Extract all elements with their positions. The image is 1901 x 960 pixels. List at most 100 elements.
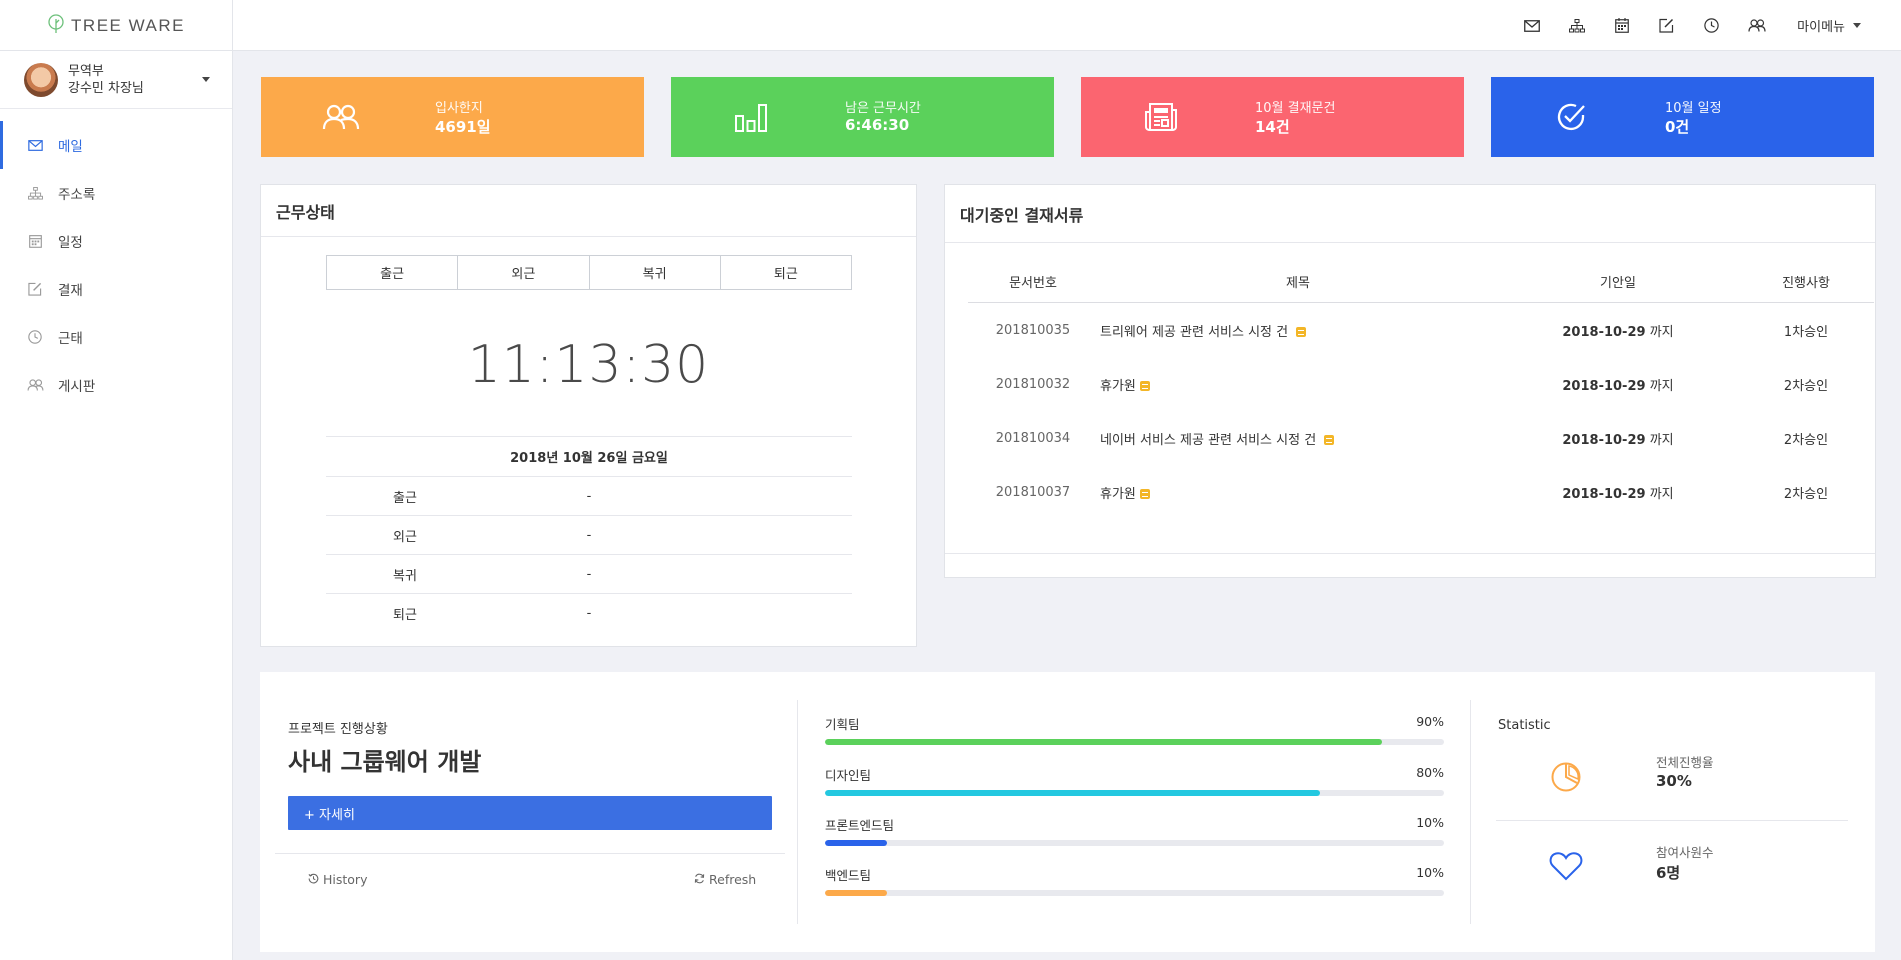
team-name: 디자인팀 (825, 768, 872, 783)
card-schedule[interactable]: 10월 일정 0건 (1491, 77, 1874, 157)
row-value: - (586, 605, 592, 621)
sidebar-item-label: 메일 (58, 139, 83, 155)
table-row[interactable]: 201810032 휴가원 2018-10-29 까지 2차승인 (968, 357, 1874, 411)
check-in-button[interactable]: 출근 (327, 256, 459, 289)
card-label: 남은 근무시간 (845, 101, 921, 116)
date-value: 2018-10-29 (1562, 486, 1646, 502)
caret-down-icon[interactable] (202, 77, 210, 82)
card-value: 0건 (1665, 118, 1690, 136)
divider (1496, 820, 1848, 821)
team-percent: 10% (1416, 815, 1444, 830)
clock-icon (26, 330, 44, 344)
detail-button[interactable]: + 자세히 (288, 796, 772, 830)
sidebar-item-board[interactable]: 게시판 (0, 361, 232, 409)
edit-icon (26, 282, 44, 296)
tree-icon (47, 13, 65, 38)
document-icon (1296, 326, 1307, 337)
table-header: 문서번호 제목 기안일 진행사항 (968, 260, 1874, 303)
row-value: - (586, 566, 592, 582)
edit-icon[interactable] (1644, 0, 1689, 51)
calendar-icon[interactable] (1599, 0, 1644, 51)
doc-number: 201810035 (995, 322, 1071, 338)
refresh-link[interactable]: Refresh (694, 872, 756, 887)
doc-title[interactable]: 네이버 서비스 제공 관련 서비스 시정 건 (1098, 429, 1498, 448)
table-row: 복귀 - (326, 554, 852, 593)
top-icon-bar: 마이메뉴 (1509, 0, 1861, 51)
my-menu-dropdown[interactable]: 마이메뉴 (1797, 16, 1861, 35)
calendar-icon (26, 234, 44, 248)
progress-fill (825, 840, 887, 846)
mail-icon[interactable] (1509, 0, 1554, 51)
doc-title-text: 트리웨어 제공 관련 서비스 시정 건 (1100, 324, 1289, 340)
doc-title-text: 휴가원 (1100, 378, 1136, 394)
table-row[interactable]: 201810037 휴가원 2018-10-29 까지 2차승인 (968, 465, 1874, 519)
header-doc-number: 문서번호 (1009, 275, 1057, 291)
user-info: 무역부 강수민 차장님 (68, 63, 144, 97)
current-time: 11:13:30 (467, 335, 710, 395)
card-remaining-hours[interactable]: 남은 근무시간 6:46:30 (671, 77, 1054, 157)
progress-fill (825, 890, 887, 896)
sidebar-item-schedule[interactable]: 일정 (0, 217, 232, 265)
doc-title[interactable]: 휴가원 (1098, 375, 1498, 394)
panel-title: 대기중인 결재서류 (945, 185, 1875, 243)
document-icon (1139, 380, 1150, 391)
users-icon[interactable] (1734, 0, 1779, 51)
sitemap-icon (26, 186, 44, 200)
progress-track (825, 790, 1444, 796)
table-row[interactable]: 201810034 네이버 서비스 제공 관련 서비스 시정 건 2018-10… (968, 411, 1874, 465)
check-circle-icon (1551, 97, 1591, 137)
clock-icon[interactable] (1689, 0, 1734, 51)
table-row[interactable]: 201810035 트리웨어 제공 관련 서비스 시정 건 2018-10-29… (968, 303, 1874, 357)
date-value: 2018-10-29 (1562, 324, 1646, 340)
progress-fill (825, 739, 1383, 745)
divider (1470, 700, 1471, 924)
pending-approvals-panel: 대기중인 결재서류 문서번호 제목 기안일 진행사항 201810035 트리웨… (944, 184, 1876, 578)
user-name: 강수민 차장님 (68, 80, 144, 96)
card-value: 14건 (1255, 118, 1290, 136)
row-value: - (586, 488, 592, 504)
doc-title[interactable]: 트리웨어 제공 관련 서비스 시정 건 (1098, 321, 1498, 340)
users-icon (321, 97, 361, 137)
project-subtitle: 프로젝트 진행상황 (288, 722, 388, 737)
outside-work-button[interactable]: 외근 (458, 256, 590, 289)
divider (275, 853, 785, 854)
sidebar-item-mail[interactable]: 메일 (0, 121, 232, 169)
row-label: 외근 (393, 529, 417, 545)
return-button[interactable]: 복귀 (590, 256, 721, 289)
team-percent: 80% (1416, 765, 1444, 780)
team-name: 프론트엔드팀 (825, 818, 895, 833)
pie-chart-icon (1546, 757, 1586, 797)
card-approvals[interactable]: 10월 결재문건 14건 (1081, 77, 1464, 157)
logo[interactable]: TREE WARE (0, 0, 233, 51)
doc-title[interactable]: 휴가원 (1098, 483, 1498, 502)
attendance-table: 2018년 10월 26일 금요일 출근 - 외근 - 복귀 - 퇴근 - (326, 436, 852, 632)
refresh-label: Refresh (709, 872, 757, 887)
user-profile[interactable]: 무역부 강수민 차장님 (0, 51, 232, 109)
user-department: 무역부 (68, 63, 104, 79)
statistic-title: Statistic (1498, 718, 1551, 733)
doc-number: 201810032 (995, 376, 1071, 392)
team-percent: 90% (1416, 714, 1444, 729)
doc-status: 2차승인 (1783, 378, 1829, 394)
mail-icon (26, 139, 44, 151)
check-out-button[interactable]: 퇴근 (721, 256, 851, 289)
doc-number: 201810034 (995, 430, 1071, 446)
progress-design: 디자인팀 80% (825, 765, 1444, 796)
caret-down-icon (1853, 23, 1861, 28)
date-suffix: 까지 (1649, 324, 1674, 340)
sitemap-icon[interactable] (1554, 0, 1599, 51)
work-status-panel: 근무상태 출근 외근 복귀 퇴근 11:13:30 2018년 10월 26일 … (260, 184, 917, 647)
card-tenure[interactable]: 입사한지 4691일 (261, 77, 644, 157)
history-link[interactable]: History (308, 872, 367, 887)
date-suffix: 까지 (1649, 432, 1674, 448)
doc-date: 2018-10-29 까지 (1498, 375, 1738, 394)
sidebar-item-attendance[interactable]: 근태 (0, 313, 232, 361)
progress-fill (825, 790, 1321, 796)
table-row: 출근 - (326, 476, 852, 515)
sidebar-item-approval[interactable]: 결재 (0, 265, 232, 313)
sidebar-item-address-book[interactable]: 주소록 (0, 169, 232, 217)
team-name: 백엔드팀 (825, 868, 872, 883)
progress-frontend: 프론트엔드팀 10% (825, 815, 1444, 846)
sidebar-item-label: 결재 (58, 283, 83, 299)
progress-track (825, 840, 1444, 846)
